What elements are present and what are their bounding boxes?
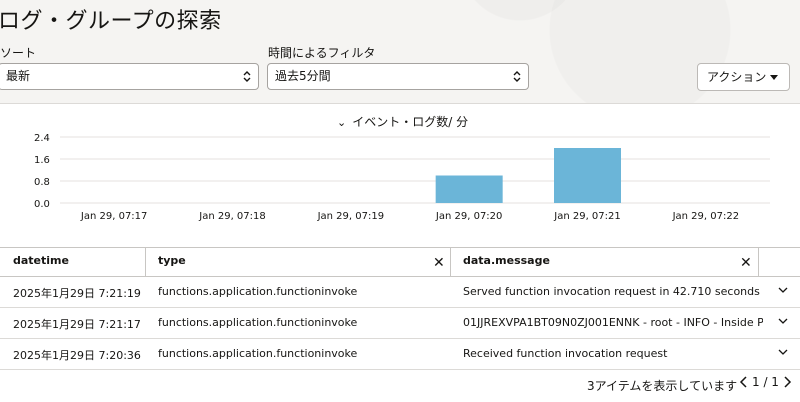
- chart-svg: 2.4 1.6 0.8 0.0 Jan 29, 07:17 Jan 29, 07:18 Ja…: [34, 133, 770, 222]
- updown-chevron-icon: [243, 71, 251, 82]
- time-filter-select[interactable]: 過去5分間: [267, 63, 529, 90]
- x-tick-label: Jan 29, 07:17: [80, 211, 148, 222]
- chart-panel: ⌄ イベント・ログ数/ 分 2.4 1.6 0.8 0.0 Jan 29, 07:17 Ja…: [0, 103, 800, 247]
- x-tick-label: Jan 29, 07:22: [672, 211, 740, 222]
- chart-bar[interactable]: [435, 175, 503, 204]
- y-tick-label: 0.0: [34, 199, 50, 210]
- cell-type: functions.application.functioninvoke: [158, 285, 358, 298]
- pagination: 1 / 1: [738, 375, 793, 389]
- actions-menu-button[interactable]: アクション: [697, 63, 790, 91]
- page-indicator: 1 / 1: [752, 375, 779, 389]
- y-tick-label: 1.6: [34, 155, 50, 166]
- sort-label: ソート: [0, 46, 37, 60]
- x-tick-label: Jan 29, 07:20: [435, 211, 503, 222]
- table-header: datetime type ✕ data.message ✕: [0, 248, 800, 277]
- time-filter-label: 時間によるフィルタ: [268, 46, 376, 60]
- remove-column-message-icon[interactable]: ✕: [740, 256, 752, 270]
- y-tick-label: 0.8: [34, 177, 50, 188]
- cell-datetime: 2025年1月29日 7:20:36 UTC: [13, 349, 145, 362]
- page-title: ログ・グループの探索: [0, 9, 222, 34]
- x-tick-label: Jan 29, 07:18: [198, 211, 266, 222]
- column-divider[interactable]: [758, 248, 759, 277]
- x-tick-label: Jan 29, 07:21: [553, 211, 621, 222]
- item-count: 3アイテムを表示しています: [587, 379, 738, 393]
- previous-page-icon[interactable]: [738, 375, 748, 389]
- cell-message: Served function invocation request in 42…: [463, 285, 760, 298]
- updown-chevron-icon: [513, 71, 521, 82]
- table-footer: 3アイテムを表示しています 1 / 1: [0, 371, 800, 402]
- caret-down-icon: [770, 75, 778, 80]
- cell-type: functions.application.functioninvoke: [158, 316, 358, 329]
- actions-button-label: アクション: [707, 70, 767, 84]
- table-row[interactable]: 2025年1月29日 7:20:36 UTC functions.applica…: [0, 339, 800, 370]
- expand-row-chevron-icon[interactable]: [778, 316, 788, 326]
- cell-datetime: 2025年1月29日 7:21:17 UTC: [13, 318, 145, 331]
- expand-row-chevron-icon[interactable]: [778, 285, 788, 295]
- time-filter-select-value: 過去5分間: [275, 69, 331, 83]
- chart-bar[interactable]: [554, 148, 621, 203]
- column-header-datetime[interactable]: datetime: [0, 248, 145, 277]
- expand-row-chevron-icon[interactable]: [778, 347, 788, 357]
- cell-datetime: 2025年1月29日 7:21:19 UTC: [13, 287, 145, 300]
- remove-column-type-icon[interactable]: ✕: [433, 256, 445, 270]
- y-tick-label: 2.4: [34, 133, 50, 144]
- next-page-icon[interactable]: [783, 375, 793, 389]
- cell-message: 01JJREXVPA1BT09N0ZJ001ENNK - root - INFO…: [463, 316, 763, 329]
- sort-select-value: 最新: [6, 69, 31, 83]
- x-tick-label: Jan 29, 07:19: [317, 211, 385, 222]
- sort-select[interactable]: 最新: [0, 63, 259, 90]
- table-row[interactable]: 2025年1月29日 7:21:17 UTC functions.applica…: [0, 308, 800, 339]
- column-header-data-message[interactable]: data.message: [450, 248, 758, 277]
- column-header-type[interactable]: type: [145, 248, 450, 277]
- cell-type: functions.application.functioninvoke: [158, 347, 358, 360]
- table-row[interactable]: 2025年1月29日 7:21:19 UTC functions.applica…: [0, 277, 800, 308]
- cell-message: Received function invocation request: [463, 347, 668, 360]
